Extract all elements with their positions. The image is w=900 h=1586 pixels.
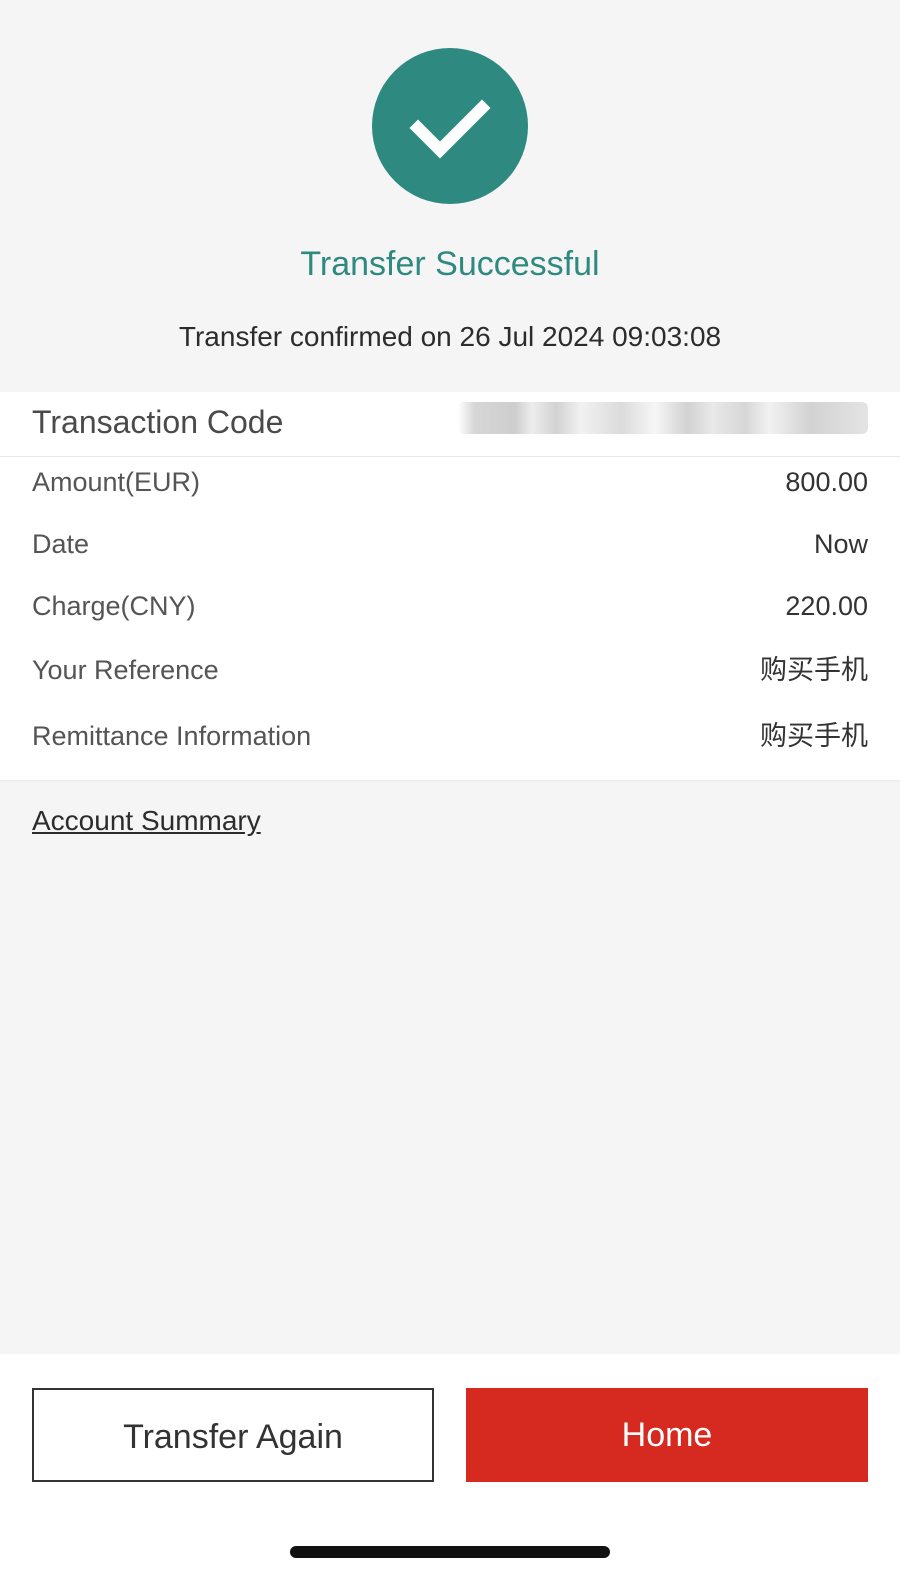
detail-label: Date <box>32 529 90 559</box>
detail-label: Charge(CNY) <box>32 591 196 621</box>
detail-label: Remittance Information <box>32 721 312 751</box>
account-summary-link[interactable]: Account Summary <box>32 804 261 838</box>
success-checkmark-icon <box>372 48 528 204</box>
status-subtitle: Transfer confirmed on 26 Jul 2024 09:03:… <box>178 321 722 352</box>
detail-value: 购买手机 <box>760 655 868 685</box>
detail-row-remittance-information: Remittance Information 购买手机 <box>0 718 900 758</box>
detail-value: 购买手机 <box>760 721 868 751</box>
transaction-details-card: Transaction Code Amount(EUR) 800.00 Date… <box>0 392 900 780</box>
detail-label: Amount(EUR) <box>32 467 201 497</box>
transaction-code-label: Transaction Code <box>32 404 284 440</box>
detail-row-amount: Amount(EUR) 800.00 <box>0 464 900 504</box>
detail-row-charge: Charge(CNY) 220.00 <box>0 588 900 628</box>
transfer-again-button[interactable]: Transfer Again <box>32 1388 434 1482</box>
detail-value: Now <box>813 529 868 559</box>
detail-row-date: Date Now <box>0 526 900 566</box>
detail-label: Your Reference <box>32 655 219 685</box>
detail-row-your-reference: Your Reference 购买手机 <box>0 652 900 692</box>
transaction-code-row: Transaction Code <box>0 392 900 457</box>
checkmark-icon <box>409 99 491 159</box>
detail-value: 800.00 <box>785 467 868 497</box>
home-button[interactable]: Home <box>466 1388 868 1482</box>
detail-value: 220.00 <box>785 591 868 621</box>
transaction-code-value-redacted <box>458 402 868 434</box>
status-title: Transfer Successful <box>300 245 600 283</box>
home-indicator-bar[interactable] <box>290 1546 610 1558</box>
